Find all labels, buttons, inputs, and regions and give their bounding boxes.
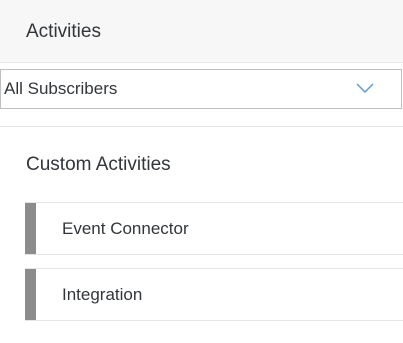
activity-item-event-connector[interactable]: Event Connector [25, 202, 403, 255]
panel-header: Activities [0, 0, 403, 63]
activity-item-integration[interactable]: Integration [25, 268, 403, 321]
dropdown-selected-value: All Subscribers [4, 79, 118, 98]
divider [0, 126, 403, 127]
activity-label: Event Connector [62, 219, 189, 238]
section-title: Custom Activities [26, 154, 171, 175]
activities-panel: Activities All Subscribers Custom Activi… [0, 0, 403, 343]
subscriber-filter-dropdown[interactable]: All Subscribers [0, 69, 402, 109]
activity-label: Integration [62, 285, 143, 304]
drag-handle[interactable] [25, 269, 36, 320]
drag-handle[interactable] [25, 203, 36, 254]
chevron-down-icon [356, 83, 374, 94]
panel-title: Activities [26, 21, 101, 42]
